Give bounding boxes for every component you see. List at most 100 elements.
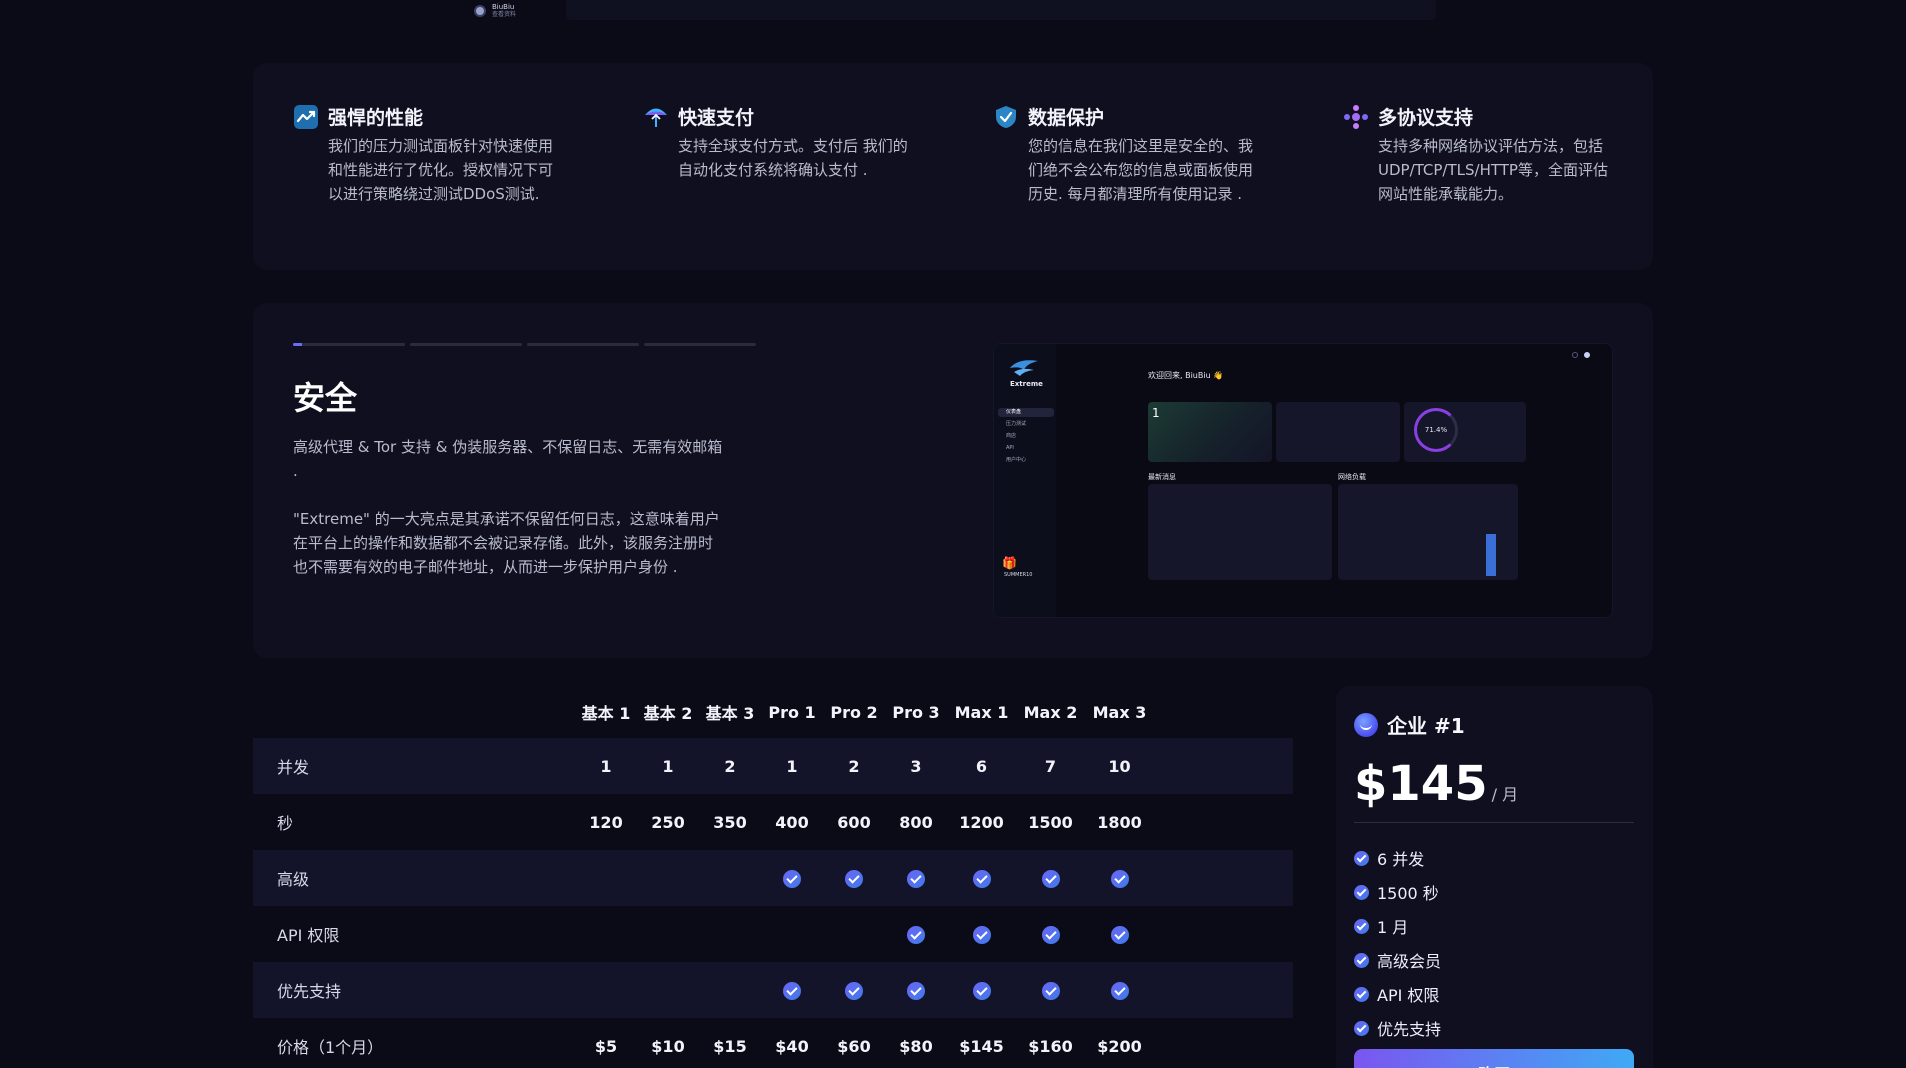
table-cell [823,980,885,1000]
column-header: Max 3 [1092,702,1147,722]
check-icon [1354,952,1369,968]
row-label: 优先支持 [277,982,342,1001]
feature-performance: 强悍的性能 我们的压力测试面板针对快速使用和性能进行了优化。授权情况下可以进行策… [293,103,593,206]
feature-title: 强悍的性能 [328,107,424,129]
table-cell: 2 [848,756,860,776]
preview-card [1338,484,1518,580]
check-icon [1041,925,1060,944]
check-icon [1110,869,1129,888]
table-cell: $40 [775,1036,809,1056]
plan-feature-label: 6 并发 [1377,850,1425,869]
table-cell: $5 [594,1036,618,1056]
plan-price: $145 [1354,756,1488,812]
enterprise-plan-card: 企业 #1 $145 / 月 6 并发 1500 秒 1 月高级会员 API 权限 优先… [1336,686,1653,1068]
table-cell [885,924,947,944]
gift-icon: 🎁 [1002,556,1017,570]
feature-desc: 您的信息在我们这里是安全的、我们绝不会公布您的信息或面板使用历史. 每月都清理所… [1028,137,1254,203]
table-cell [885,980,947,1000]
table-cell [947,868,1016,888]
slide-progress-segment[interactable] [527,343,639,346]
check-icon [907,925,925,944]
slide-progress-segment[interactable] [293,343,405,346]
check-icon [972,869,991,888]
preview-card: 71.4% [1404,402,1526,462]
feature-desc: 支持多种网络协议评估方法，包括UDP/TCP/TLS/HTTP等，全面评估网站性… [1378,137,1608,203]
column-header: 基本 1 [581,704,631,723]
check-icon [1110,925,1129,944]
preview-promo: SUMMER10 [1004,572,1033,578]
slide-progress-segment[interactable] [410,343,522,346]
feature-data-protection: 数据保护 您的信息在我们这里是安全的、我们绝不会公布您的信息或面板使用历史. 每… [993,103,1293,206]
check-icon [1354,1020,1369,1036]
check-icon [1354,850,1369,866]
plan-feature-label: 1 月 [1377,918,1409,937]
feature-title: 数据保护 [1028,107,1105,129]
plan-feature-list: 6 并发 1500 秒 1 月高级会员 API 权限 优先支持 [1354,841,1441,1045]
performance-chart-icon [293,104,319,130]
check-icon [1354,884,1369,900]
shield-check-icon [993,104,1019,130]
table-cell: $15 [713,1036,747,1056]
table-row: 高级 [253,850,1293,906]
row-label: 价格（1个月） [277,1038,384,1057]
check-icon [1041,869,1060,888]
slide-progress [293,343,756,346]
plan-title: 企业 #1 [1387,714,1465,738]
table-cell [1085,868,1154,888]
preview-card [1148,484,1332,580]
umbrella-payment-icon [643,104,669,130]
preview-dot [1584,352,1590,358]
check-icon [1354,918,1369,934]
table-cell: 2 [724,756,736,776]
table-cell: 6 [975,756,988,776]
plan-feature: API 权限 [1354,977,1441,1011]
table-cell: 400 [775,812,809,832]
plan-feature: 1 月 [1354,909,1441,943]
slide-progress-segment[interactable] [644,343,756,346]
table-cell: $145 [959,1036,1004,1056]
table-cell [1016,868,1085,888]
table-cell: $160 [1028,1036,1073,1056]
section-paragraph: "Extreme" 的一大亮点是其承诺不保留任何日志，这意味着用户在平台上的操作… [293,510,720,576]
avatar [474,5,486,17]
check-icon [1110,981,1129,1000]
column-header: Max 2 [1023,702,1078,722]
user-chip[interactable]: BiuBiu 查看资料 [474,0,516,22]
check-icon [845,869,863,888]
plan-feature-label: API 权限 [1377,986,1440,1005]
preview-welcome: 欢迎回来, BiuBiu 👋 [1148,371,1224,380]
preview-nav-item: 压力测试 [1006,421,1027,427]
plan-feature: 高级会员 [1354,943,1441,977]
buy-button[interactable]: 购买 [1354,1049,1634,1068]
table-cell: 1 [786,756,798,776]
protocol-dots-icon [1343,104,1369,130]
table-row: API 权限 [253,906,1293,962]
table-cell: 10 [1108,756,1131,776]
preview-card: 1 [1148,402,1272,462]
table-cell [761,980,823,1000]
preview-label: 最新消息 [1148,473,1176,481]
preview-dot [1572,352,1578,358]
section-paragraph: 高级代理 & Tor 支持 & 伪装服务器、不保留日志、无需有效邮箱 . [293,438,723,480]
table-cell: $200 [1097,1036,1142,1056]
pricing-header-row: 基本 1 基本 2 基本 3 Pro 1 Pro 2 Pro 3 Max 1 Max 2 Max… [253,686,1293,738]
row-label: 秒 [277,814,294,833]
plan-feature: 优先支持 [1354,1011,1441,1045]
table-cell [947,980,1016,1000]
preview-nav-item: 用户中心 [1006,457,1027,463]
preview-card-number: 1 [1152,406,1160,420]
user-sub: 查看资料 [492,11,517,18]
check-icon [907,981,925,1000]
plan-period: / 月 [1491,785,1519,804]
plan-feature-label: 高级会员 [1377,952,1442,971]
security-panel: 安全 高级代理 & Tor 支持 & 伪装服务器、不保留日志、无需有效邮箱 . … [253,303,1653,658]
column-header: Max 1 [954,702,1009,722]
plan-feature: 6 并发 [1354,841,1441,875]
extreme-logo-icon [1008,358,1040,378]
table-cell [823,868,885,888]
check-icon [1354,986,1369,1002]
feature-desc: 支持全球支付方式。支付后 我们的自动化支付系统将确认支付 . [678,137,908,179]
feature-multi-protocol: 多协议支持 支持多种网络协议评估方法，包括UDP/TCP/TLS/HTTP等，全… [1343,103,1643,206]
check-icon [845,981,863,1000]
row-label: 高级 [277,870,310,889]
